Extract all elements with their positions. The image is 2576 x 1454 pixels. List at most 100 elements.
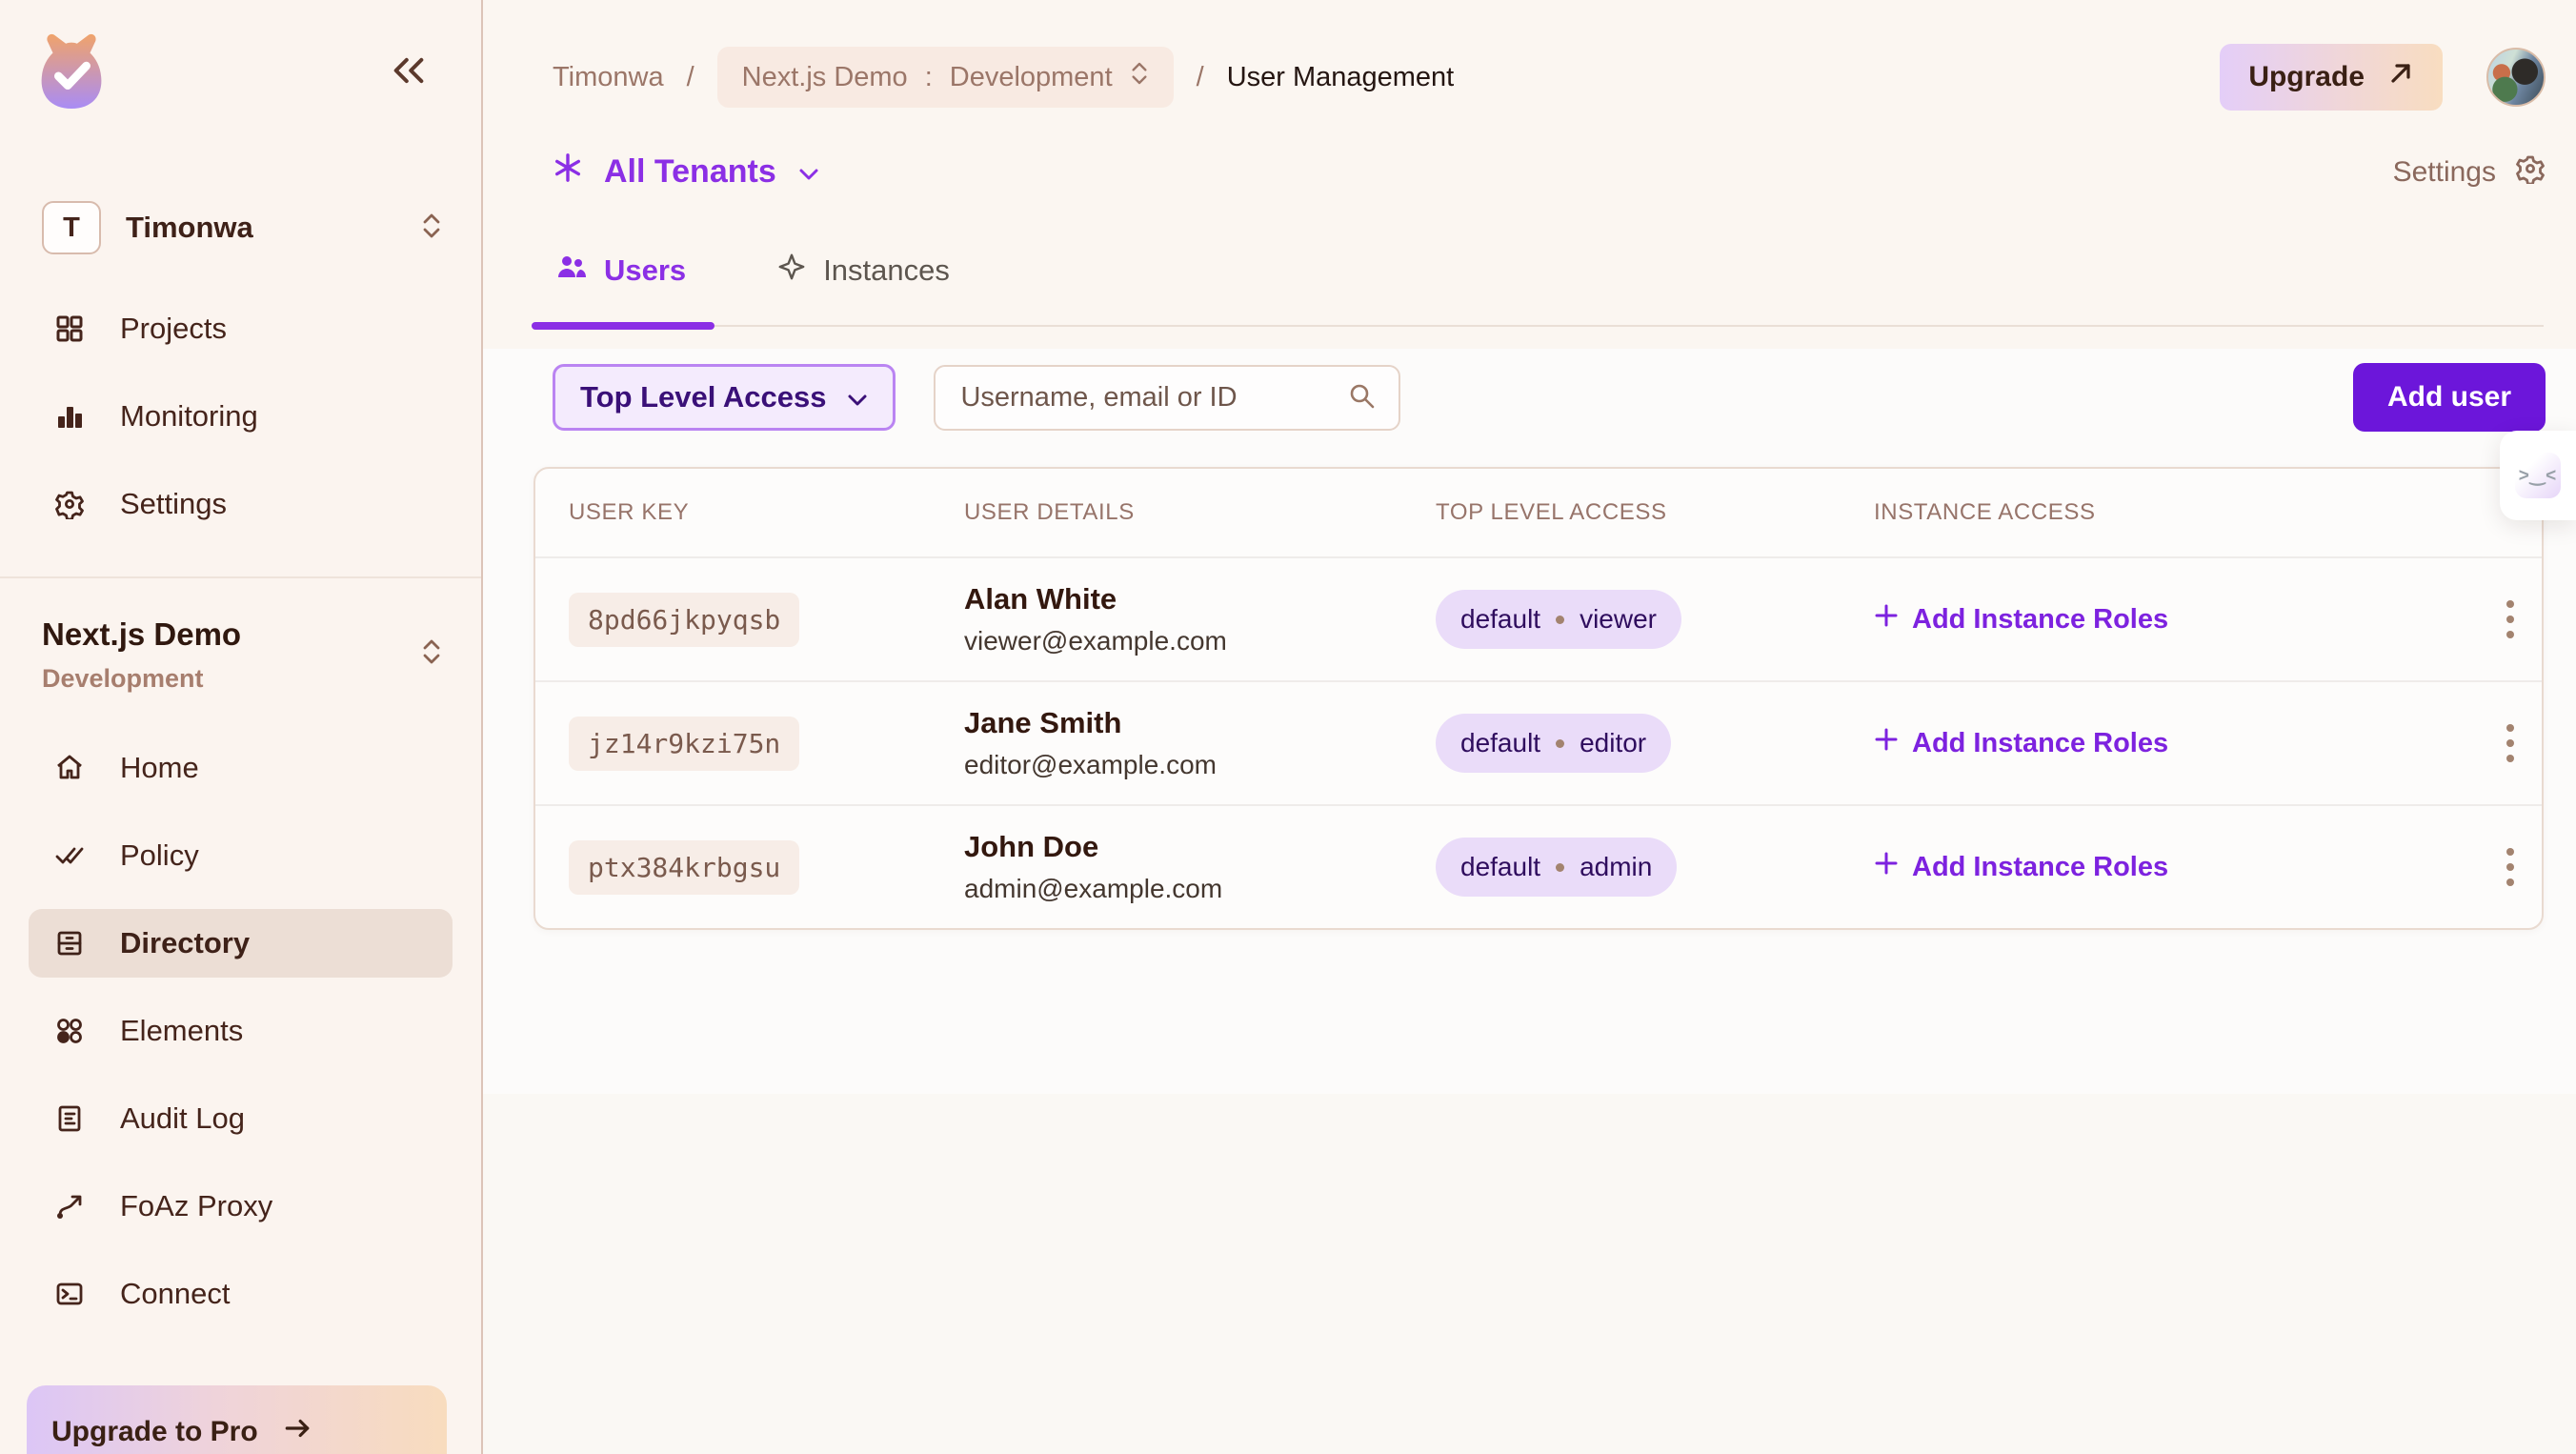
access-badge[interactable]: default viewer — [1436, 590, 1681, 649]
home-icon — [53, 752, 86, 784]
sidebar-item-home[interactable]: Home — [29, 734, 453, 802]
access-badge[interactable]: default editor — [1436, 714, 1671, 773]
search-icon — [1347, 381, 1376, 414]
row-menu-kebab-icon[interactable] — [2497, 838, 2524, 896]
sidebar-item-label: Directory — [120, 926, 250, 960]
user-email: viewer@example.com — [964, 626, 1436, 656]
table-row: ptx384krbgsu John Doe admin@example.com … — [535, 804, 2542, 928]
badge-role: admin — [1580, 852, 1652, 882]
column-header-user-details: USER DETAILS — [964, 499, 1436, 526]
circles-grid-icon — [53, 1015, 86, 1047]
column-header-instance-access: INSTANCE ACCESS — [1874, 499, 2479, 526]
sidebar-divider — [0, 576, 481, 578]
user-name: John Doe — [964, 830, 1436, 864]
breadcrumb-project: Next.js Demo — [742, 62, 908, 93]
sidebar-item-monitoring[interactable]: Monitoring — [29, 382, 453, 451]
archive-icon — [53, 927, 86, 959]
tab-users[interactable]: Users — [532, 252, 714, 325]
sidebar-collapse-icon[interactable] — [390, 55, 428, 91]
project-name: Next.js Demo — [42, 616, 420, 653]
tenant-selector[interactable]: All Tenants — [553, 152, 820, 192]
user-key[interactable]: 8pd66jkpyqsb — [569, 593, 799, 647]
user-key[interactable]: ptx384krbgsu — [569, 840, 799, 895]
sidebar-item-label: Monitoring — [120, 399, 258, 434]
arrow-up-right-icon — [2387, 60, 2414, 94]
search-box — [934, 365, 1400, 431]
feedback-widget-tray: >‿< — [2500, 431, 2576, 520]
breadcrumb-separator: / — [1197, 62, 1204, 93]
users-table: USER KEY USER DETAILS TOP LEVEL ACCESS I… — [533, 467, 2544, 930]
add-instance-roles-label: Add Instance Roles — [1912, 852, 2168, 883]
sidebar-item-audit-log[interactable]: Audit Log — [29, 1084, 453, 1153]
sidebar-item-settings[interactable]: Settings — [29, 470, 453, 538]
upgrade-button[interactable]: Upgrade — [2220, 44, 2443, 111]
project-environment: Development — [42, 664, 420, 694]
tenant-row: All Tenants Settings — [553, 152, 2546, 192]
row-menu-kebab-icon[interactable] — [2497, 715, 2524, 772]
app-logo-cat-icon — [34, 32, 109, 111]
column-header-top-level-access: TOP LEVEL ACCESS — [1436, 499, 1874, 526]
upgrade-to-pro-banner[interactable]: Upgrade to Pro — [27, 1385, 447, 1454]
badge-dot — [1556, 739, 1564, 748]
feedback-face-button[interactable]: >‿< — [2515, 453, 2561, 498]
user-avatar[interactable] — [2486, 48, 2546, 107]
breadcrumb-page: User Management — [1227, 62, 1455, 93]
terminal-icon — [53, 1278, 86, 1310]
row-menu-kebab-icon[interactable] — [2497, 591, 2524, 648]
user-name: Jane Smith — [964, 706, 1436, 740]
column-header-user-key: USER KEY — [569, 499, 964, 526]
tab-label: Instances — [823, 253, 950, 288]
chevron-down-icon — [797, 153, 820, 191]
user-key[interactable]: jz14r9kzi75n — [569, 717, 799, 771]
access-badge[interactable]: default admin — [1436, 838, 1677, 897]
org-name: Timonwa — [126, 211, 395, 245]
sidebar: T Timonwa Projects — [0, 0, 483, 1454]
tab-label: Users — [604, 253, 686, 288]
add-instance-roles-link[interactable]: Add Instance Roles — [1874, 727, 2168, 759]
org-initial-avatar: T — [42, 201, 101, 254]
sidebar-item-elements[interactable]: Elements — [29, 997, 453, 1065]
chevron-up-down-icon — [1130, 61, 1149, 93]
sidebar-project-nav: Home Policy Directory — [0, 724, 481, 1338]
sparkle-icon — [777, 252, 806, 289]
tab-instances[interactable]: Instances — [753, 252, 978, 325]
add-instance-roles-label: Add Instance Roles — [1912, 728, 2168, 759]
breadcrumb-org[interactable]: Timonwa — [553, 62, 664, 93]
breadcrumb-project-env-selector[interactable]: Next.js Demo : Development — [717, 47, 1174, 108]
org-switcher[interactable]: T Timonwa — [42, 201, 443, 254]
chevron-down-icon — [847, 380, 868, 414]
sidebar-item-connect[interactable]: Connect — [29, 1260, 453, 1328]
plus-icon — [1874, 727, 1899, 759]
sidebar-item-label: Settings — [120, 487, 227, 521]
toolbar: Top Level Access Add user — [553, 363, 2546, 432]
add-instance-roles-link[interactable]: Add Instance Roles — [1874, 603, 2168, 636]
breadcrumb-separator: / — [687, 62, 694, 93]
plus-icon — [1874, 603, 1899, 636]
add-instance-roles-link[interactable]: Add Instance Roles — [1874, 851, 2168, 883]
project-switcher[interactable]: Next.js Demo Development — [42, 616, 443, 694]
sidebar-item-label: Home — [120, 751, 199, 785]
add-user-button[interactable]: Add user — [2353, 363, 2546, 432]
tenant-selector-label: All Tenants — [604, 153, 776, 191]
sidebar-item-policy[interactable]: Policy — [29, 821, 453, 890]
main-content: Timonwa / Next.js Demo : Development / U… — [483, 0, 2576, 1454]
chevron-up-down-icon — [420, 637, 443, 671]
gear-icon — [2515, 153, 2546, 192]
breadcrumb-colon: : — [925, 62, 933, 93]
search-input[interactable] — [958, 381, 1328, 414]
sidebar-item-projects[interactable]: Projects — [29, 294, 453, 363]
users-icon — [556, 252, 587, 289]
access-filter-label: Top Level Access — [580, 380, 826, 414]
tab-bar: Users Instances — [532, 252, 2544, 327]
environment-settings-link[interactable]: Settings — [2393, 153, 2546, 192]
breadcrumb-environment: Development — [950, 62, 1113, 93]
settings-link-label: Settings — [2393, 156, 2496, 189]
badge-dot — [1556, 616, 1564, 624]
sidebar-item-label: Policy — [120, 838, 199, 873]
plus-icon — [1874, 851, 1899, 883]
user-email: admin@example.com — [964, 874, 1436, 904]
document-icon — [53, 1102, 86, 1135]
access-filter-dropdown[interactable]: Top Level Access — [553, 364, 896, 431]
sidebar-item-directory[interactable]: Directory — [29, 909, 453, 978]
sidebar-item-foaz-proxy[interactable]: FoAz Proxy — [29, 1172, 453, 1241]
